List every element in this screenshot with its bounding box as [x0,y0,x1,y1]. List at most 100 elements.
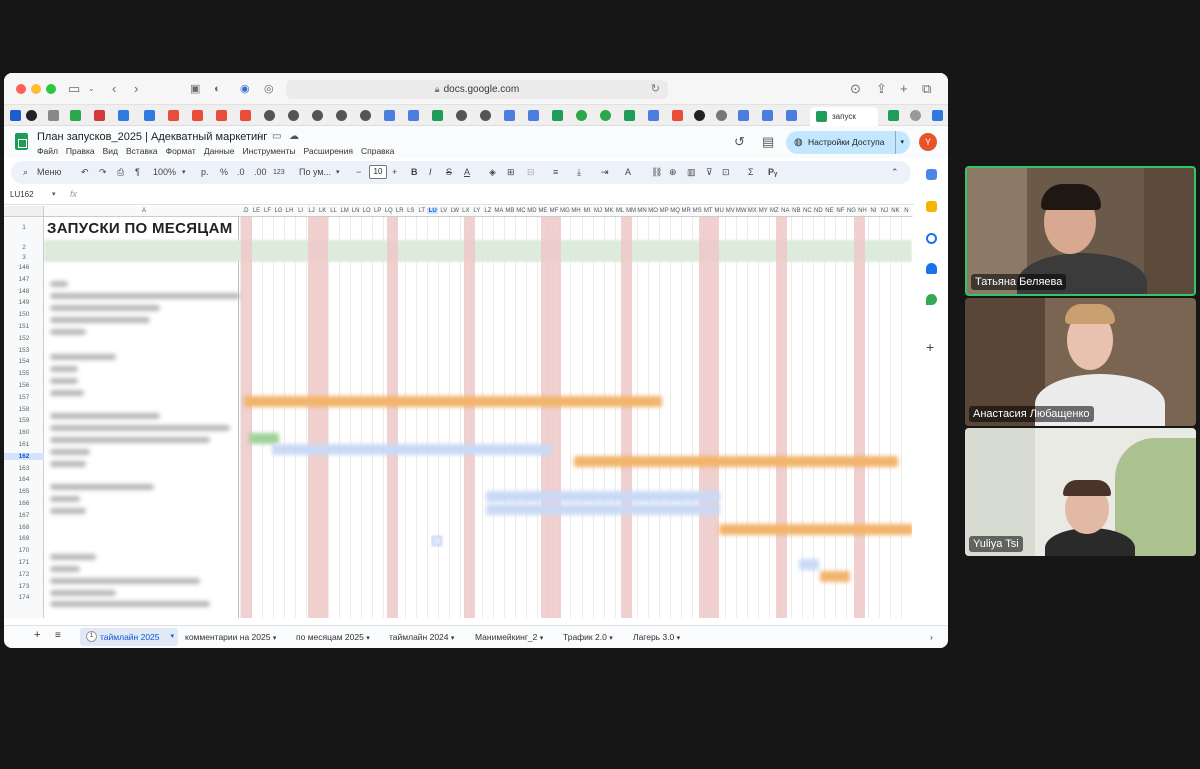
menu-help[interactable]: Справка [361,146,394,156]
column-header[interactable]: MQ [670,208,681,214]
tab-overview-icon[interactable]: ⧉ [922,81,931,97]
tab-favicon-icon[interactable] [786,110,797,121]
decrease-font-icon[interactable]: − [356,166,361,179]
bold-icon[interactable]: B [411,166,418,179]
row-number[interactable]: 166 [4,500,44,507]
merge-cells-icon[interactable]: ⊟ [527,166,535,179]
reload-icon[interactable]: ↻ [651,80,660,99]
shield-extension-icon[interactable]: ◐ [214,81,221,97]
tab-favicon-icon[interactable] [336,110,347,121]
tab-favicon-icon[interactable] [10,110,21,121]
tab-favicon-icon[interactable] [70,110,81,121]
column-header[interactable]: LV [438,208,449,214]
column-header[interactable]: MW [736,208,747,214]
column-header[interactable]: LE [251,208,262,214]
column-header[interactable]: NJ [879,208,890,214]
tab-favicon-icon[interactable] [694,110,705,121]
download-icon[interactable]: ⊙ [850,81,861,97]
tab-favicon-icon[interactable] [312,110,323,121]
timeline-bar[interactable] [799,559,819,570]
column-header[interactable]: LT [416,208,427,214]
history-icon[interactable]: ↺ [734,134,745,150]
tab-favicon-icon[interactable] [716,110,727,121]
column-header[interactable]: LY [471,208,482,214]
tab-favicon-icon[interactable] [528,110,539,121]
menu-tools[interactable]: Инструменты [243,146,296,156]
sheets-logo-icon[interactable] [15,133,28,150]
row-number[interactable]: 157 [4,394,44,401]
select-all-corner[interactable] [4,206,44,217]
tab-favicon-icon[interactable] [600,110,611,121]
row-number[interactable]: 156 [4,382,44,389]
sidebar-icon[interactable]: ▭ [68,81,80,97]
title-cell[interactable]: ЗАПУСКИ ПО МЕСЯЦАМ [45,218,238,240]
increase-font-icon[interactable]: + [392,166,397,179]
column-header-a[interactable]: A [142,208,146,214]
name-box[interactable]: LU162 [10,190,34,199]
column-header[interactable]: MM [626,208,637,214]
menu-extensions[interactable]: Расширения [304,146,353,156]
redo-icon[interactable]: ↷ [99,166,107,179]
menu-insert[interactable]: Вставка [126,146,158,156]
chevron-down-icon[interactable]: ⌄ [88,81,95,97]
timeline-bar[interactable] [719,524,912,535]
column-header[interactable]: LL [328,208,339,214]
functions-icon[interactable]: Σ [748,166,754,179]
zoom-window-button[interactable] [46,84,56,94]
filter-views-icon[interactable]: ⊡ [722,166,730,179]
tab-favicon-icon[interactable] [432,110,443,121]
strikethrough-icon[interactable]: S [446,166,452,179]
calendar-icon[interactable] [926,169,937,180]
row-number[interactable]: 161 [4,441,44,448]
row-number[interactable]: 172 [4,571,44,578]
column-header[interactable]: NB [791,208,802,214]
column-header[interactable]: NF [835,208,846,214]
active-browser-tab[interactable]: запуск [810,107,878,126]
row-number[interactable]: 167 [4,512,44,519]
column-header[interactable]: MX [747,208,758,214]
comments-icon[interactable]: ▤ [762,134,774,150]
column-header[interactable]: LU [427,208,439,214]
column-header[interactable]: MD [526,208,537,214]
column-header[interactable]: MT [703,208,714,214]
chevron-down-icon[interactable]: ▾ [273,635,277,642]
undo-icon[interactable]: ↶ [81,166,89,179]
chart-icon[interactable]: ▥ [687,166,696,179]
timeline-bar[interactable] [574,456,898,467]
tab-favicon-icon[interactable] [624,110,635,121]
text-color-icon[interactable]: A [464,166,470,179]
font-size-input[interactable]: 10 [369,165,387,179]
sheet-tab-active[interactable]: 1 таймлайн 2025 ▾ [80,628,178,646]
row-number[interactable]: 169 [4,535,44,542]
tab-favicon-icon[interactable] [888,110,899,121]
currency-format[interactable]: р. [201,166,209,179]
chevron-down-icon[interactable]: ▾ [170,628,174,646]
row-number[interactable]: 170 [4,547,44,554]
column-header[interactable]: MA [493,208,504,214]
tab-favicon-icon[interactable] [384,110,395,121]
row-number[interactable]: 158 [4,406,44,413]
tab-favicon-icon[interactable] [910,110,921,121]
text-wrap-icon[interactable]: ⇥ [601,166,609,179]
menu-view[interactable]: Вид [103,146,118,156]
column-header[interactable]: LF [262,208,273,214]
font-select[interactable]: По ум... [299,166,331,179]
timeline-bar[interactable] [486,504,720,515]
row-number[interactable]: 173 [4,583,44,590]
column-header[interactable]: .D [240,208,251,214]
fill-color-icon[interactable]: ◈ [489,166,496,179]
menu-edit[interactable]: Правка [66,146,95,156]
timeline-bar[interactable] [249,433,279,444]
column-header[interactable]: NI [868,208,879,214]
tab-favicon-icon[interactable] [288,110,299,121]
column-header[interactable]: MI [582,208,593,214]
column-header[interactable]: LP [372,208,383,214]
column-header[interactable]: MN [637,208,648,214]
chevron-down-icon[interactable]: ▾ [182,166,186,179]
collapse-toolbar-icon[interactable]: ⌃ [891,166,899,179]
tasks-icon[interactable] [926,233,937,244]
search-icon[interactable]: ⌕ [23,166,28,179]
row-number[interactable]: 159 [4,417,44,424]
align-vertical-icon[interactable]: ⤓ [577,166,581,179]
column-header[interactable]: MY [758,208,769,214]
